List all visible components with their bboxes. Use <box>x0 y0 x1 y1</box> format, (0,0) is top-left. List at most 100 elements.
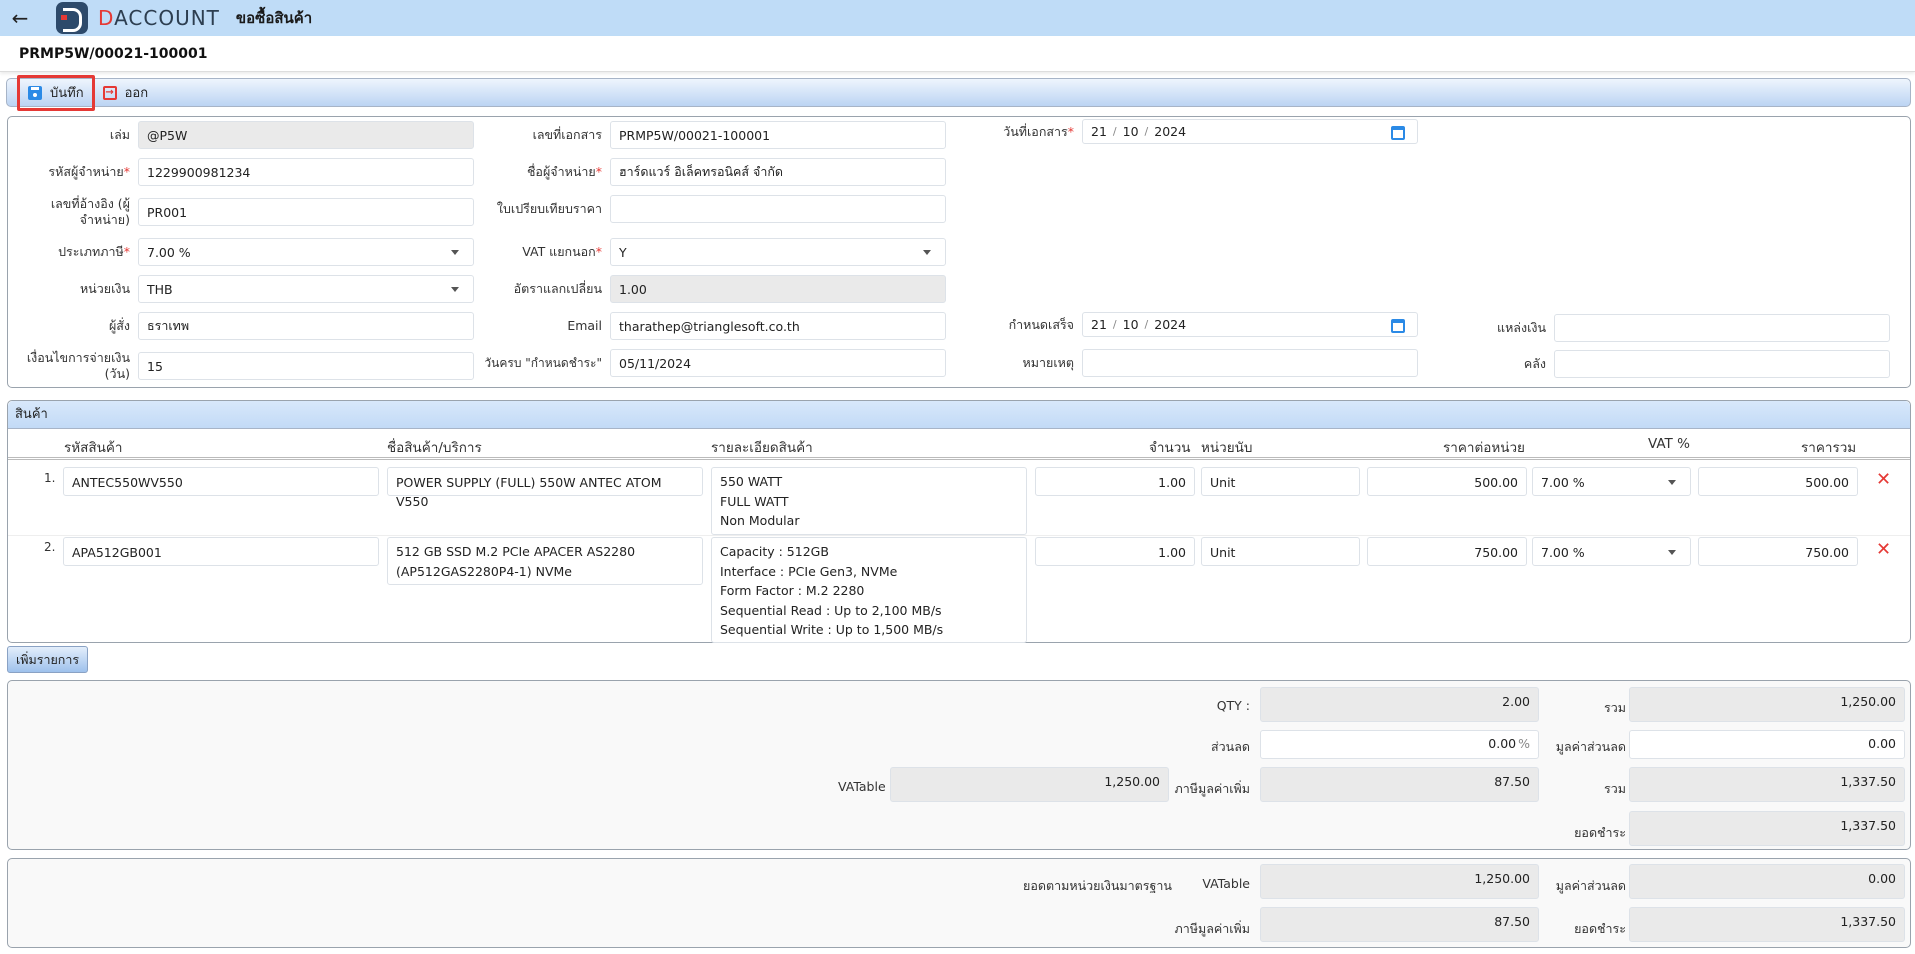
exit-button[interactable]: → ออก <box>95 76 157 110</box>
payment-terms-label: เงื่อนไขการจ่ายเงิน (วัน) <box>26 350 130 381</box>
exchange-rate-input[interactable]: 1.00 <box>610 275 946 303</box>
discount-amount-input[interactable]: 0.00 <box>1629 730 1905 759</box>
std-vat-value: 87.50 <box>1260 907 1539 942</box>
std-vatable-label: VATable <box>1202 876 1250 891</box>
field-vendor-name: ชื่อผู้จำหน่าย* ฮาร์ดแวร์ อิเล็คทรอนิคส์… <box>480 158 946 186</box>
qty-label: QTY : <box>1216 698 1250 713</box>
item-qty-input[interactable]: 1.00 <box>1035 467 1195 496</box>
total-label: รวม <box>1604 781 1626 796</box>
items-section-title: สินค้า <box>8 401 1910 429</box>
standard-currency-title: ยอดตามหน่วยเงินมาตรฐาน <box>1023 878 1172 893</box>
orderer-input[interactable]: ธราเทพ <box>138 312 474 340</box>
page-title: ขอซื้อสินค้า <box>235 9 313 27</box>
warehouse-input[interactable] <box>1554 350 1890 378</box>
item-unit-price-input[interactable]: 750.00 <box>1367 537 1527 566</box>
remark-label: หมายเหตุ <box>1022 355 1074 370</box>
field-currency: หน่วยเงิน THB <box>8 275 474 303</box>
vat-separate-label: VAT แยกนอก* <box>522 244 602 259</box>
col-code: รหัสสินค้า <box>64 440 123 456</box>
exchange-rate-label: อัตราแลกเปลี่ยน <box>513 281 602 296</box>
payment-due-label: วันครบ "กำหนดชำระ" <box>484 356 602 370</box>
item-total-input[interactable]: 500.00 <box>1698 467 1858 496</box>
field-email: Email tharathep@trianglesoft.co.th <box>480 312 946 340</box>
vat-separate-select[interactable]: Y <box>610 238 946 266</box>
doc-no-label: เลขที่เอกสาร <box>532 127 602 142</box>
vendor-code-label: รหัสผู้จำหน่าย* <box>48 164 130 179</box>
save-button[interactable]: บันทึก <box>17 74 95 111</box>
item-total-input[interactable]: 750.00 <box>1698 537 1858 566</box>
email-input[interactable]: tharathep@trianglesoft.co.th <box>610 312 946 340</box>
item-qty-input[interactable]: 1.00 <box>1035 537 1195 566</box>
vendor-name-input[interactable]: ฮาร์ดแวร์ อิเล็คทรอนิคส์ จำกัด <box>610 158 946 186</box>
field-due-date: กำหนดเสร็จ 21/10/2024 <box>952 312 1418 337</box>
std-discount-amount-label: มูลค่าส่วนลด <box>1555 878 1626 893</box>
doc-date-input[interactable]: 21/10/2024 <box>1082 119 1418 144</box>
tax-type-select[interactable]: 7.00 % <box>138 238 474 266</box>
table-row: 2. APA512GB001 512 GB SSD M.2 PCIe APACE… <box>8 535 1910 643</box>
discount-percent-input[interactable]: 0.00% <box>1260 730 1539 759</box>
item-detail-input[interactable]: 550 WATT FULL WATT Non Modular <box>711 467 1027 535</box>
chevron-down-icon <box>1668 480 1676 485</box>
field-fund-source: แหล่งเงิน <box>1424 314 1890 342</box>
brand-name: DACCOUNT <box>98 6 220 30</box>
chevron-down-icon <box>1668 550 1676 555</box>
net-value: 1,337.50 <box>1629 811 1905 846</box>
field-remark: หมายเหตุ <box>952 349 1418 377</box>
exit-label: ออก <box>124 86 149 101</box>
due-date-input[interactable]: 21/10/2024 <box>1082 312 1418 337</box>
item-unit-input[interactable]: Unit <box>1201 537 1360 566</box>
app-header: ← DACCOUNT ขอซื้อสินค้า <box>0 0 1915 36</box>
row-number: 1. <box>44 471 56 485</box>
item-code-input[interactable]: ANTEC550WV550 <box>63 467 379 496</box>
field-tax-type: ประเภทภาษี* 7.00 % <box>8 238 474 266</box>
item-vat-select[interactable]: 7.00 % <box>1532 537 1691 566</box>
field-vendor-ref: เลขที่อ้างอิง (ผู้ จำหน่าย) PR001 <box>8 196 474 228</box>
item-code-input[interactable]: APA512GB001 <box>63 537 379 566</box>
remark-input[interactable] <box>1082 349 1418 377</box>
payment-terms-input[interactable]: 15 <box>138 352 474 380</box>
calendar-icon[interactable] <box>1391 319 1405 333</box>
delete-row-button[interactable]: ✕ <box>1876 469 1891 490</box>
currency-select[interactable]: THB <box>138 275 474 303</box>
vat-label: ภาษีมูลค่าเพิ่ม <box>1174 781 1250 796</box>
std-net-label: ยอดชำระ <box>1574 921 1626 936</box>
col-unit: หน่วยนับ <box>1201 440 1253 456</box>
item-detail-input[interactable]: Capacity : 512GB Interface : PCIe Gen3, N… <box>711 537 1027 643</box>
vendor-name-label: ชื่อผู้จำหน่าย* <box>526 164 602 179</box>
field-payment-due: วันครบ "กำหนดชำระ" 05/11/2024 <box>480 349 946 377</box>
item-unit-input[interactable]: Unit <box>1201 467 1360 496</box>
field-doc-date: วันที่เอกสาร* 21/10/2024 <box>952 119 1418 144</box>
field-book: เล่ม @P5W <box>8 121 474 149</box>
tax-type-label: ประเภทภาษี* <box>58 244 130 259</box>
save-icon <box>28 85 42 100</box>
delete-row-button[interactable]: ✕ <box>1876 539 1891 560</box>
payment-due-input[interactable]: 05/11/2024 <box>610 349 946 377</box>
book-label: เล่ม <box>109 127 130 142</box>
item-name-input[interactable]: 512 GB SSD M.2 PCIe APACER AS2280 (AP512G… <box>387 537 703 585</box>
back-button[interactable]: ← <box>0 0 40 36</box>
item-name-input[interactable]: POWER SUPPLY (FULL) 550W ANTEC ATOM V550 <box>387 467 703 509</box>
fund-source-input[interactable] <box>1554 314 1890 342</box>
table-row: 1. ANTEC550WV550 POWER SUPPLY (FULL) 550… <box>8 467 1910 535</box>
col-detail: รายละเอียดสินค้า <box>711 440 813 456</box>
vendor-code-input[interactable]: 1229900981234 <box>138 158 474 186</box>
document-number-title: PRMP5W/00021-100001 <box>0 36 1915 72</box>
calendar-icon[interactable] <box>1391 126 1405 140</box>
std-discount-amount-value: 0.00 <box>1629 864 1905 899</box>
field-doc-no: เลขที่เอกสาร PRMP5W/00021-100001 <box>480 121 946 149</box>
quotation-input[interactable] <box>610 195 946 223</box>
vendor-ref-input[interactable]: PR001 <box>138 198 474 226</box>
due-date-label: กำหนดเสร็จ <box>1008 316 1074 332</box>
book-input[interactable]: @P5W <box>138 121 474 149</box>
header-form: เล่ม @P5W รหัสผู้จำหน่าย* 1229900981234 … <box>7 116 1911 388</box>
chevron-down-icon <box>451 287 459 292</box>
orderer-label: ผู้สั่ง <box>108 318 130 333</box>
item-unit-price-input[interactable]: 500.00 <box>1367 467 1527 496</box>
toolbar: บันทึก → ออก <box>6 74 1911 111</box>
item-vat-select[interactable]: 7.00 % <box>1532 467 1691 496</box>
items-section: สินค้า รหัสสินค้า ชื่อสินค้า/บริการ รายล… <box>7 400 1911 643</box>
add-item-button[interactable]: เพิ่มรายการ <box>7 646 89 673</box>
standard-currency-panel: ยอดตามหน่วยเงินมาตรฐาน VATable 1,250.00 … <box>7 858 1911 948</box>
qty-value: 2.00 <box>1260 687 1539 722</box>
doc-no-input[interactable]: PRMP5W/00021-100001 <box>610 121 946 149</box>
